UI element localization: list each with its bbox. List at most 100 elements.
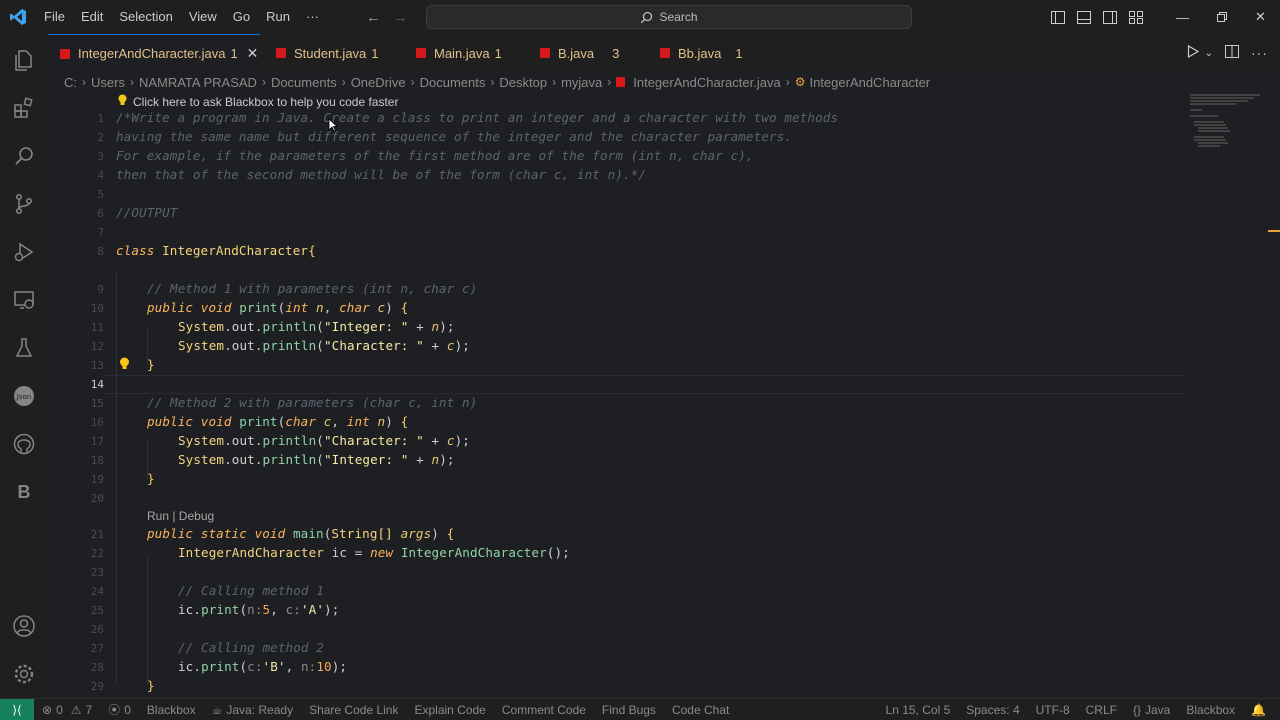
split-editor-icon[interactable] [1225, 45, 1239, 61]
tab-problem-count: 1 [494, 45, 502, 61]
menu-bar: File Edit Selection View Go Run ··· [36, 0, 327, 34]
breadcrumb-item[interactable]: myjava [561, 75, 602, 90]
minimap[interactable] [1190, 92, 1280, 152]
code-line-28: // Calling method 2 [178, 640, 324, 655]
line-number: 24 [90, 585, 104, 598]
comment-code[interactable]: Comment Code [494, 703, 594, 717]
menu-go[interactable]: Go [225, 0, 258, 34]
svg-text:Json: Json [16, 393, 31, 401]
settings-gear-icon[interactable] [0, 650, 48, 698]
nav-arrows: ← → [366, 0, 408, 34]
toggle-secondary-sidebar-icon[interactable] [1097, 0, 1123, 34]
breadcrumb-item[interactable]: Desktop [499, 75, 547, 90]
menu-edit[interactable]: Edit [73, 0, 111, 34]
tab-label: Student.java [294, 45, 367, 61]
explain-code[interactable]: Explain Code [406, 703, 493, 717]
code-line-29: ic.print(c:'B', n:10); [178, 659, 348, 674]
line-number: 9 [97, 283, 104, 296]
editor-tabs: IntegerAndCharacter.java 1 ✕ Student.jav… [48, 34, 1280, 72]
vscode-logo-icon [0, 0, 36, 34]
customize-layout-icon[interactable] [1123, 0, 1149, 34]
java-status[interactable]: ☕ Java: Ready [204, 703, 301, 717]
current-line-highlight [104, 375, 1186, 394]
tab-integerandcharacter[interactable]: IntegerAndCharacter.java 1 ✕ [48, 34, 260, 72]
testing-icon[interactable] [0, 324, 48, 372]
more-actions-icon[interactable]: ··· [1251, 45, 1268, 61]
code-line-12: System.out.println("Integer: " + n); [178, 319, 455, 334]
extensions-icon[interactable] [0, 84, 48, 132]
encoding[interactable]: UTF-8 [1028, 703, 1078, 717]
line-number: 4 [97, 169, 104, 182]
line-number: 27 [90, 642, 104, 655]
remote-explorer-icon[interactable] [0, 276, 48, 324]
restore-icon[interactable] [1202, 0, 1241, 34]
close-tab-icon[interactable]: ✕ [247, 45, 259, 62]
run-play-icon[interactable] [1187, 44, 1199, 61]
code-line-25: // Calling method 1 [178, 583, 324, 598]
code-line-30: } [147, 678, 155, 693]
breadcrumb-item[interactable]: C: [64, 75, 77, 90]
remote-indicator-icon[interactable]: ⟩⟨ [0, 698, 34, 720]
close-window-icon[interactable]: ✕ [1241, 0, 1280, 34]
accounts-icon[interactable] [0, 602, 48, 650]
json-icon[interactable]: Json [0, 372, 48, 420]
notifications-bell-icon[interactable]: 🔔 [1243, 703, 1274, 717]
blackbox-status[interactable]: Blackbox [139, 703, 204, 717]
code-editor[interactable]: Click here to ask Blackbox to help you c… [48, 92, 1280, 698]
code-line-19: System.out.println("Integer: " + n); [178, 452, 455, 467]
chevron-down-icon[interactable]: ⌄ [1205, 48, 1213, 59]
status-bar: ⟩⟨ ⊗ 0 ⚠ 7 ⦿ 0 Blackbox ☕ Java: Ready Share … [0, 698, 1280, 720]
problems-indicator[interactable]: ⊗ 0 ⚠ 7 [34, 703, 100, 717]
blackbox-hint-text: Click here to ask Blackbox to help you c… [133, 94, 399, 109]
breadcrumb-item[interactable]: Users [91, 75, 125, 90]
breadcrumb-symbol[interactable]: IntegerAndCharacter [809, 75, 930, 90]
tab-student[interactable]: Student.java 1 [262, 34, 390, 72]
tab-b[interactable]: B.java 3 [526, 34, 636, 72]
menu-more[interactable]: ··· [298, 0, 327, 34]
blackbox-icon[interactable]: B [0, 468, 48, 516]
minimize-icon[interactable]: — [1163, 0, 1202, 34]
blackbox-right[interactable]: Blackbox [1178, 703, 1243, 717]
back-arrow-icon[interactable]: ← [366, 9, 381, 26]
code-chat[interactable]: Code Chat [664, 703, 737, 717]
breadcrumb: C: › Users › NAMRATA PRASAD › Documents › On… [64, 74, 931, 90]
menu-selection[interactable]: Selection [111, 0, 180, 34]
blackbox-hint[interactable]: Click here to ask Blackbox to help you c… [118, 94, 398, 109]
explorer-icon[interactable] [0, 36, 48, 84]
line-number: 17 [90, 435, 104, 448]
lightbulb-icon[interactable] [119, 357, 131, 371]
braces-icon: {} [1132, 703, 1141, 717]
tab-main[interactable]: Main.java 1 [402, 34, 522, 72]
menu-file[interactable]: File [36, 0, 73, 34]
line-number: 12 [90, 340, 104, 353]
breadcrumb-item[interactable]: Documents [420, 75, 486, 90]
find-bugs[interactable]: Find Bugs [594, 703, 664, 717]
command-center-search[interactable]: Search [426, 5, 912, 29]
share-code-link[interactable]: Share Code Link [301, 703, 406, 717]
ports-indicator[interactable]: ⦿ 0 [100, 701, 139, 718]
language-mode[interactable]: {} Java [1125, 703, 1178, 717]
breadcrumb-item[interactable]: Documents [271, 75, 337, 90]
java-ready-icon: ☕ [211, 702, 223, 717]
github-icon[interactable] [0, 420, 48, 468]
run-debug-codelens[interactable]: Run | Debug [147, 509, 214, 523]
menu-view[interactable]: View [181, 0, 225, 34]
run-debug-icon[interactable] [0, 228, 48, 276]
breadcrumb-item[interactable]: OneDrive [351, 75, 406, 90]
forward-arrow-icon[interactable]: → [393, 9, 408, 26]
cursor-position[interactable]: Ln 15, Col 5 [878, 703, 959, 717]
java-file-icon [416, 48, 426, 58]
menu-run[interactable]: Run [258, 0, 298, 34]
line-number: 26 [90, 623, 104, 636]
breadcrumb-file[interactable]: IntegerAndCharacter.java [633, 75, 780, 90]
indentation[interactable]: Spaces: 4 [958, 703, 1027, 717]
source-control-icon[interactable] [0, 180, 48, 228]
breadcrumb-item[interactable]: NAMRATA PRASAD [139, 75, 257, 90]
code-line-10: // Method 1 with parameters (int n, char… [147, 281, 478, 296]
toggle-primary-sidebar-icon[interactable] [1045, 0, 1071, 34]
tab-bb[interactable]: Bb.java 1 [646, 34, 756, 72]
end-of-line[interactable]: CRLF [1078, 703, 1125, 717]
line-number: 10 [90, 302, 104, 315]
search-sidebar-icon[interactable] [0, 132, 48, 180]
toggle-panel-icon[interactable] [1071, 0, 1097, 34]
